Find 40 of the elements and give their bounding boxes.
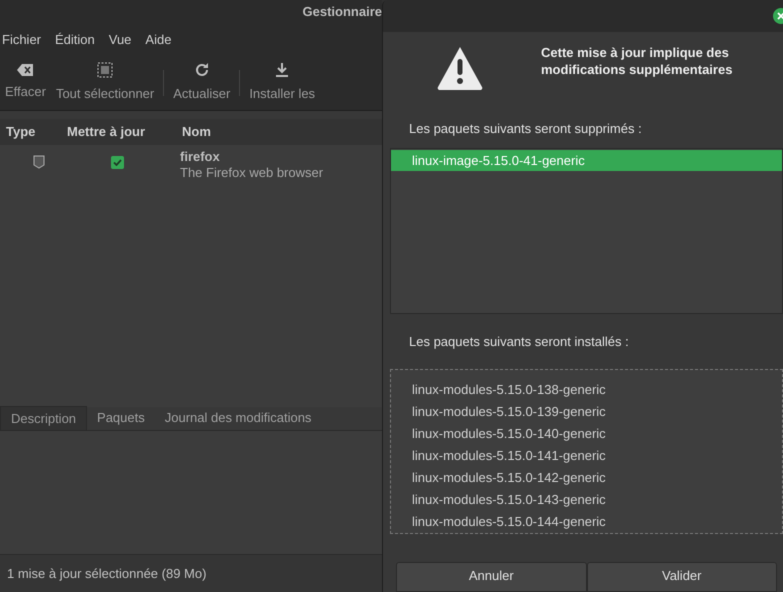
- select-all-icon: [97, 62, 114, 78]
- list-item[interactable]: linux-modules-5.15.0-140-generic: [391, 422, 782, 445]
- status-text: 1 mise à jour sélectionnée (89 Mo): [7, 564, 206, 583]
- list-item[interactable]: linux-modules-5.15.0-143-generic: [391, 488, 782, 511]
- section-label: Les paquets suivants seront installés :: [409, 332, 629, 351]
- list-item[interactable]: linux-modules-5.15.0-138-generic: [391, 378, 782, 401]
- menu-item[interactable]: Vue: [106, 30, 144, 50]
- menu-item[interactable]: Édition: [53, 30, 107, 50]
- download-icon: [274, 62, 290, 78]
- column-header[interactable]: Mettre à jour: [60, 122, 175, 142]
- warning-icon: [436, 44, 484, 90]
- backspace-icon: [17, 64, 34, 76]
- toolbar-button[interactable]: Effacer: [0, 64, 51, 102]
- column-header[interactable]: Type: [0, 122, 60, 142]
- package-description: The Firefox web browser: [180, 165, 324, 181]
- check-icon: [113, 159, 122, 166]
- dialog-title: Cette mise à jour implique des modifications supplémentaires: [541, 44, 734, 78]
- toolbar-button[interactable]: Installer les: [244, 62, 320, 104]
- shield-icon: [33, 155, 45, 169]
- close-icon: [777, 12, 783, 20]
- section-label: Les paquets suivants seront supprimés :: [409, 120, 642, 138]
- refresh-icon: [194, 62, 210, 78]
- menu-item[interactable]: Fichier: [0, 30, 54, 50]
- list-item[interactable]: linux-modules-5.15.0-139-generic: [391, 400, 782, 423]
- tab[interactable]: Description: [0, 406, 88, 430]
- table-row[interactable]: firefox The Firefox web browser: [0, 145, 382, 189]
- window-title: Gestionnaire: [302, 3, 382, 22]
- tab[interactable]: Paquets: [87, 406, 155, 430]
- list-item[interactable]: linux-modules-5.15.0-144-generic: [391, 510, 782, 533]
- update-checkbox[interactable]: [111, 156, 124, 169]
- dialog-button[interactable]: Annuler: [396, 562, 586, 592]
- toolbar-button[interactable]: Actualiser: [168, 62, 236, 104]
- menu-item[interactable]: Aide: [143, 30, 184, 50]
- column-header[interactable]: Nom: [175, 122, 211, 142]
- toolbar-button[interactable]: Tout sélectionner: [50, 62, 160, 104]
- dialog-button[interactable]: Valider: [586, 562, 777, 592]
- package-name: firefox: [180, 149, 221, 165]
- list-item[interactable]: linux-modules-5.15.0-141-generic: [391, 444, 782, 467]
- list-item[interactable]: linux-modules-5.15.0-142-generic: [391, 466, 782, 489]
- tab[interactable]: Journal des modifications: [154, 406, 322, 430]
